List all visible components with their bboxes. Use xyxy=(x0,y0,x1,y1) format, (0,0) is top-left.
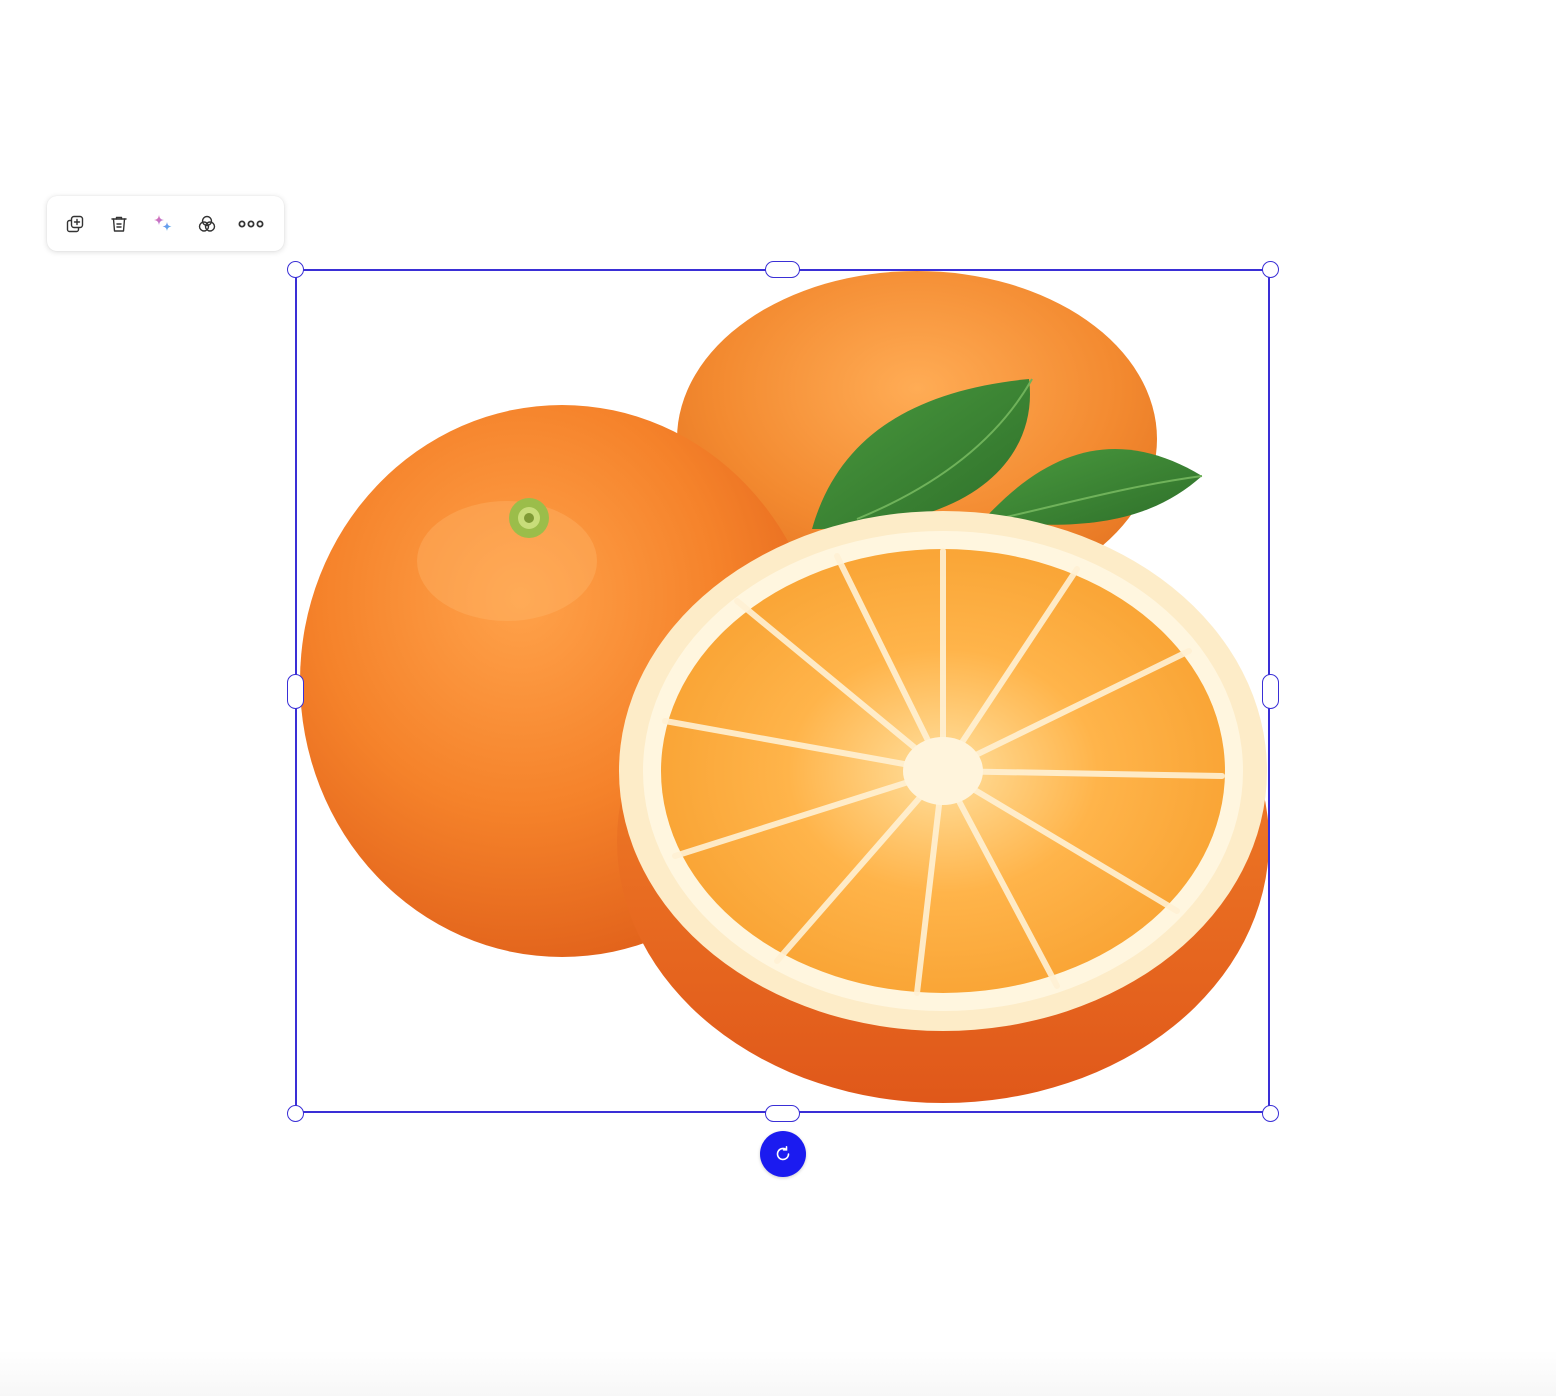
delete-button[interactable] xyxy=(105,210,133,238)
floating-toolbar xyxy=(47,196,284,251)
resize-handle-bottom-left[interactable] xyxy=(287,1105,304,1122)
oranges-illustration xyxy=(300,271,1268,1103)
more-horizontal-icon xyxy=(238,220,264,227)
selection-box[interactable] xyxy=(295,269,1270,1113)
ai-edit-button[interactable] xyxy=(149,210,177,238)
rotate-icon xyxy=(776,1146,790,1161)
resize-handle-top-left[interactable] xyxy=(287,261,304,278)
canvas[interactable] xyxy=(0,0,1556,1396)
effects-button[interactable] xyxy=(193,210,221,238)
trash-icon xyxy=(111,216,127,232)
resize-handle-top[interactable] xyxy=(765,261,800,278)
resize-handle-top-right[interactable] xyxy=(1262,261,1279,278)
resize-handle-left[interactable] xyxy=(287,674,304,709)
resize-handle-right[interactable] xyxy=(1262,674,1279,709)
sparkle-icon xyxy=(154,214,172,231)
duplicate-button[interactable] xyxy=(61,210,89,238)
rotate-button[interactable] xyxy=(760,1131,806,1177)
more-button[interactable] xyxy=(237,210,265,238)
oranges-image[interactable] xyxy=(297,271,1268,1111)
blend-icon xyxy=(198,215,216,232)
resize-handle-bottom-right[interactable] xyxy=(1262,1105,1279,1122)
duplicate-icon xyxy=(66,215,84,232)
resize-handle-bottom[interactable] xyxy=(765,1105,800,1122)
